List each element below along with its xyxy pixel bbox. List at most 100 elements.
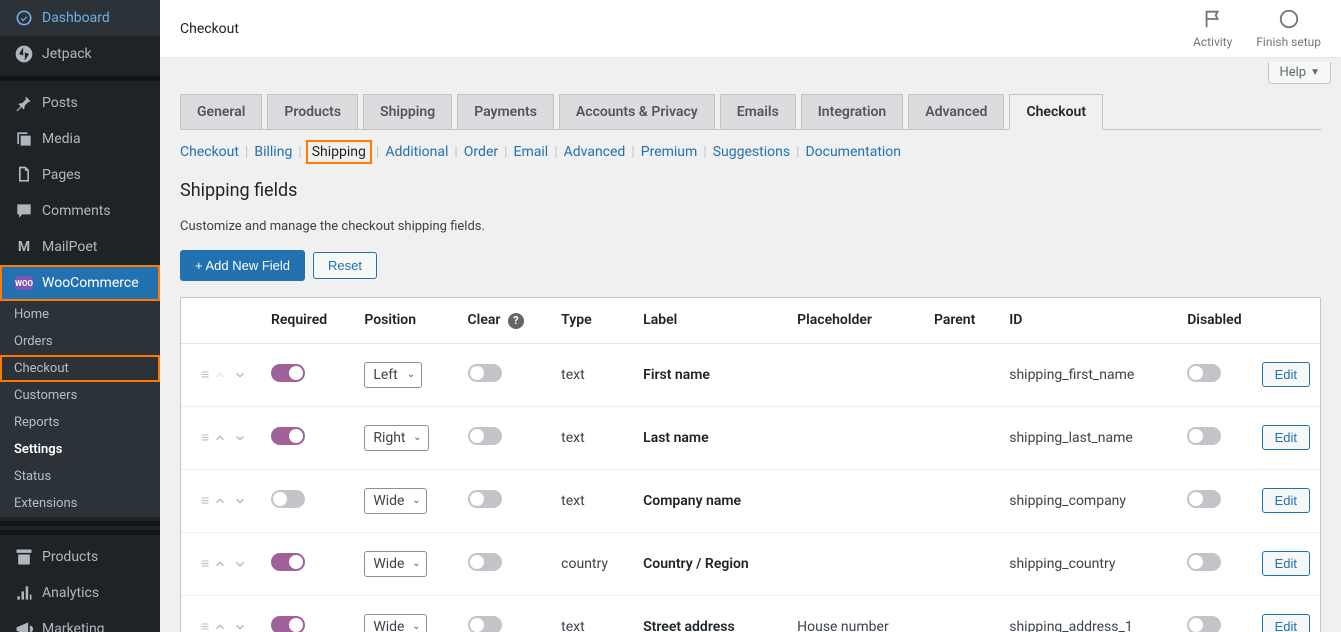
sidebar-item-media[interactable]: Media [0,121,160,157]
sidebar-item-label: Jetpack [42,46,92,62]
label-cell: First name [633,343,787,406]
drag-handle-icon[interactable]: ≡ [201,492,207,509]
position-select[interactable]: Left⌄ [364,362,422,388]
sidebar-item-label: Pages [42,167,81,183]
sidebar-item-analytics[interactable]: Analytics [0,575,160,611]
disabled-toggle[interactable] [1187,490,1221,508]
tab-payments[interactable]: Payments [457,94,554,129]
disabled-toggle[interactable] [1187,427,1221,445]
move-down-icon[interactable] [233,620,247,632]
sidebar-subitem-status[interactable]: Status [0,463,160,490]
sidebar-item-label: Products [42,549,98,565]
disabled-toggle[interactable] [1187,364,1221,382]
sidebar-item-comments[interactable]: Comments [0,193,160,229]
tab-general[interactable]: General [180,94,262,129]
move-up-icon[interactable] [213,431,227,445]
subtab-email[interactable]: Email [514,144,549,160]
header-finish-setup[interactable]: Finish setup [1256,8,1321,49]
move-down-icon[interactable] [233,431,247,445]
tab-checkout[interactable]: Checkout [1009,94,1103,130]
clear-toggle[interactable] [468,616,502,632]
edit-button[interactable]: Edit [1262,614,1310,632]
position-select[interactable]: Wide⌄ [364,488,427,514]
sidebar-subitem-customers[interactable]: Customers [0,382,160,409]
sidebar-item-pages[interactable]: Pages [0,157,160,193]
required-toggle[interactable] [271,490,305,508]
column-header: Clear ? [458,298,552,343]
move-up-icon[interactable] [213,620,227,632]
reset-button[interactable]: Reset [313,252,377,279]
subtab-premium[interactable]: Premium [641,144,698,160]
drag-handle-icon[interactable]: ≡ [201,366,207,383]
move-up-icon[interactable] [213,557,227,571]
required-toggle[interactable] [271,364,305,382]
sidebar-item-posts[interactable]: Posts [0,85,160,121]
subtabs-nav: Checkout | Billing | Shipping | Addition… [180,142,1321,162]
add-new-field-button[interactable]: + Add New Field [180,250,305,281]
clear-toggle[interactable] [468,490,502,508]
subtab-suggestions[interactable]: Suggestions [713,144,790,160]
placeholder-cell [787,406,924,469]
subtab-checkout[interactable]: Checkout [180,144,239,160]
position-select[interactable]: Wide⌄ [364,551,427,577]
tab-shipping[interactable]: Shipping [363,94,452,129]
analytics-icon [14,583,34,603]
edit-button[interactable]: Edit [1262,425,1310,450]
subtab-shipping[interactable]: Shipping [308,142,370,162]
help-dropdown[interactable]: Help ▼ [1268,62,1331,84]
required-toggle[interactable] [271,553,305,571]
tabs-nav: GeneralProductsShippingPaymentsAccounts … [180,94,1321,130]
tab-emails[interactable]: Emails [720,94,796,129]
sidebar-subitem-home[interactable]: Home [0,301,160,328]
id-cell: shipping_company [999,469,1177,532]
move-down-icon[interactable] [233,368,247,382]
placeholder-cell: House number [787,595,924,632]
edit-button[interactable]: Edit [1262,551,1310,576]
edit-button[interactable]: Edit [1262,362,1310,387]
table-row: ≡ Wide⌄countryCountry / Regionshipping_c… [181,532,1320,595]
tab-advanced[interactable]: Advanced [908,94,1004,129]
tab-accounts-privacy[interactable]: Accounts & Privacy [559,94,715,129]
parent-cell [924,595,999,632]
required-toggle[interactable] [271,616,305,632]
position-select[interactable]: Right⌄ [364,425,428,451]
sidebar-item-mailpoet[interactable]: MMailPoet [0,229,160,265]
help-icon[interactable]: ? [508,313,524,329]
disabled-toggle[interactable] [1187,553,1221,571]
sidebar-item-woocommerce[interactable]: WOOWooCommerce [0,265,160,301]
subtab-billing[interactable]: Billing [254,144,292,160]
subtab-advanced[interactable]: Advanced [564,144,626,160]
sidebar-item-label: WooCommerce [42,275,139,291]
required-toggle[interactable] [271,427,305,445]
drag-handle-icon[interactable]: ≡ [201,429,207,446]
move-up-icon[interactable] [213,494,227,508]
sidebar-item-marketing[interactable]: Marketing [0,611,160,632]
type-cell: text [551,595,633,632]
clear-toggle[interactable] [468,553,502,571]
sidebar-item-dashboard[interactable]: Dashboard [0,0,160,36]
sidebar-subitem-extensions[interactable]: Extensions [0,490,160,517]
sidebar-subitem-orders[interactable]: Orders [0,328,160,355]
sidebar-subitem-checkout[interactable]: Checkout [0,355,160,382]
column-header: Parent [924,298,999,343]
disabled-toggle[interactable] [1187,616,1221,632]
clear-toggle[interactable] [468,364,502,382]
move-down-icon[interactable] [233,557,247,571]
drag-handle-icon[interactable]: ≡ [201,618,207,632]
clear-toggle[interactable] [468,427,502,445]
subtab-order[interactable]: Order [464,144,498,160]
move-down-icon[interactable] [233,494,247,508]
subtab-documentation[interactable]: Documentation [805,144,901,160]
subtab-additional[interactable]: Additional [385,144,448,160]
tab-products[interactable]: Products [267,94,358,129]
sidebar-item-products[interactable]: Products [0,539,160,575]
sidebar-subitem-settings[interactable]: Settings [0,436,160,463]
position-select[interactable]: Wide⌄ [364,614,427,632]
sidebar-item-jetpack[interactable]: Jetpack [0,36,160,72]
tab-integration[interactable]: Integration [801,94,903,129]
edit-button[interactable]: Edit [1262,488,1310,513]
column-header: Required [261,298,354,343]
sidebar-subitem-reports[interactable]: Reports [0,409,160,436]
drag-handle-icon[interactable]: ≡ [201,555,207,572]
header-activity[interactable]: Activity [1193,8,1232,49]
